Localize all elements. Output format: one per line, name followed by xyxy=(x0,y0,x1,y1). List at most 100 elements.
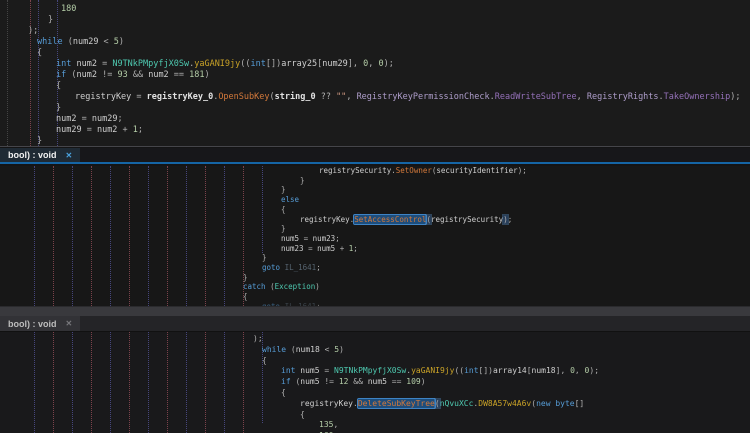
code-line[interactable]: { xyxy=(37,49,42,59)
indent-guide xyxy=(110,332,111,433)
code-token: num23 xyxy=(281,244,304,253)
code-token: num5 xyxy=(368,377,387,386)
code-token: num18 xyxy=(532,366,556,375)
code-line[interactable]: int num5 = N9TNkPMpyfjX0Sw.yaGANI9jy((in… xyxy=(281,366,599,375)
code-line[interactable]: } xyxy=(262,254,267,263)
code-token: goto xyxy=(262,263,280,272)
code-line[interactable]: if (num5 != 12 && num5 == 109) xyxy=(281,377,426,386)
indent-guide xyxy=(72,332,73,433)
code-token: int xyxy=(56,59,71,69)
code-token: if xyxy=(56,70,66,80)
code-line[interactable]: } xyxy=(48,16,53,26)
code-token: num5 xyxy=(317,244,335,253)
tab-close-icon[interactable]: ✕ xyxy=(66,319,73,328)
code-token: { xyxy=(262,356,267,365)
code-line[interactable]: while (num29 < 5) xyxy=(37,38,124,48)
indent-guide xyxy=(186,166,187,306)
code-line[interactable]: ); xyxy=(28,27,38,37)
code-token: "" xyxy=(336,92,346,102)
code-token: = xyxy=(304,244,318,253)
code-line[interactable]: } xyxy=(243,274,248,283)
code-token: } xyxy=(262,253,267,262)
code-token: ], xyxy=(556,366,570,375)
pane-splitter[interactable] xyxy=(0,306,750,316)
code-token: , xyxy=(346,92,356,102)
indent-guide xyxy=(34,166,35,306)
code-token: TakeOwnership xyxy=(664,92,731,102)
tab-bar-bottom: bool) : void ✕ xyxy=(0,316,750,332)
code-pane-bottom[interactable]: ); while (num18 < 5) { int num5 = N9TNkPMpy… xyxy=(0,332,750,433)
tab-method-bool-void-inactive[interactable]: bool) : void ✕ xyxy=(0,316,80,331)
code-line[interactable]: { xyxy=(281,206,286,215)
highlighted-reference[interactable]: SetAccessControl xyxy=(354,215,426,224)
code-line[interactable]: catch (Exception) xyxy=(243,283,320,292)
code-line[interactable]: num23 = num5 + 1; xyxy=(281,245,358,254)
code-token: []) xyxy=(266,59,281,69)
code-token: ) xyxy=(421,377,426,386)
code-line[interactable]: ); xyxy=(253,334,263,343)
code-line[interactable]: 135, xyxy=(319,420,338,429)
code-token: ( xyxy=(63,37,73,47)
code-line[interactable]: registryKey = registryKey_0.OpenSubKey(s… xyxy=(75,93,740,103)
code-line[interactable]: registryKey.SetAccessControl(registrySec… xyxy=(300,216,512,225)
code-line[interactable]: while (num18 < 5) xyxy=(262,345,344,354)
code-token: , xyxy=(575,366,585,375)
code-token: ; xyxy=(335,234,340,243)
indent-guide xyxy=(167,166,168,306)
code-token: = xyxy=(299,234,313,243)
indent-guide xyxy=(30,0,31,146)
code-token: registryKey xyxy=(300,399,353,408)
indent-guide xyxy=(53,332,54,433)
code-line[interactable]: } xyxy=(300,177,305,186)
code-line[interactable]: registrySecurity.SetOwner(securityIdenti… xyxy=(319,167,527,176)
code-line[interactable]: num2 = num29; xyxy=(56,115,123,125)
code-line[interactable]: } xyxy=(37,137,42,147)
code-token: while xyxy=(262,345,286,354)
code-line[interactable]: { xyxy=(56,82,61,92)
code-token: ; xyxy=(508,215,513,224)
code-line[interactable]: num29 = num2 + 1; xyxy=(56,126,143,136)
code-line[interactable]: } xyxy=(281,225,286,234)
code-token: ); xyxy=(28,26,38,36)
indent-guide xyxy=(53,166,54,306)
code-token: ); xyxy=(384,59,394,69)
code-token: ); xyxy=(518,166,527,175)
code-line[interactable]: registryKey.DeleteSubKeyTree(nQvuXCc.DW8… xyxy=(300,399,584,408)
code-line[interactable]: num5 = num23; xyxy=(281,235,340,244)
code-line[interactable]: if (num2 != 93 && num2 == 181) xyxy=(56,71,210,81)
tab-method-bool-void-active[interactable]: bool) : void ✕ xyxy=(0,148,80,162)
code-token: securityIdentifier xyxy=(436,166,517,175)
code-pane-top[interactable]: 180});while (num29 < 5){int num2 = N9TNk… xyxy=(0,0,750,147)
code-token: num18 xyxy=(296,345,320,354)
code-token: IL_1641 xyxy=(285,263,317,272)
code-token: } xyxy=(243,273,248,282)
code-line[interactable]: } xyxy=(56,104,61,114)
code-token: registryKey xyxy=(300,215,350,224)
code-line[interactable]: { xyxy=(300,410,305,419)
code-line[interactable]: { xyxy=(262,356,267,365)
code-token: while xyxy=(37,37,63,47)
highlighted-reference[interactable]: DeleteSubKeyTree xyxy=(358,399,435,408)
code-line[interactable]: int num2 = N9TNkPMpyfjX0Sw.yaGANI9jy((in… xyxy=(56,60,394,70)
code-line[interactable]: 180 xyxy=(61,5,76,15)
code-line[interactable]: { xyxy=(281,388,286,397)
code-line[interactable]: goto IL_1641; xyxy=(262,264,321,273)
code-line[interactable]: else xyxy=(281,196,299,205)
code-token: byte xyxy=(555,399,574,408)
code-token: ; xyxy=(353,244,358,253)
code-token: (( xyxy=(240,59,250,69)
tab-close-icon[interactable]: ✕ xyxy=(66,151,73,160)
code-token: string_0 xyxy=(275,92,316,102)
code-pane-middle[interactable]: registrySecurity.SetOwner(securityIdenti… xyxy=(0,166,750,306)
code-token: } xyxy=(56,103,61,113)
indent-guide xyxy=(38,0,39,146)
code-token: , xyxy=(577,92,587,102)
indent-guide xyxy=(167,332,168,433)
code-token: ?? xyxy=(316,92,336,102)
code-token: num5 xyxy=(281,234,299,243)
code-token: } xyxy=(281,224,286,233)
code-line[interactable]: { xyxy=(243,293,248,302)
code-token: < xyxy=(98,37,113,47)
code-line[interactable]: } xyxy=(281,186,286,195)
code-token: ReadWriteSubTree xyxy=(495,92,577,102)
